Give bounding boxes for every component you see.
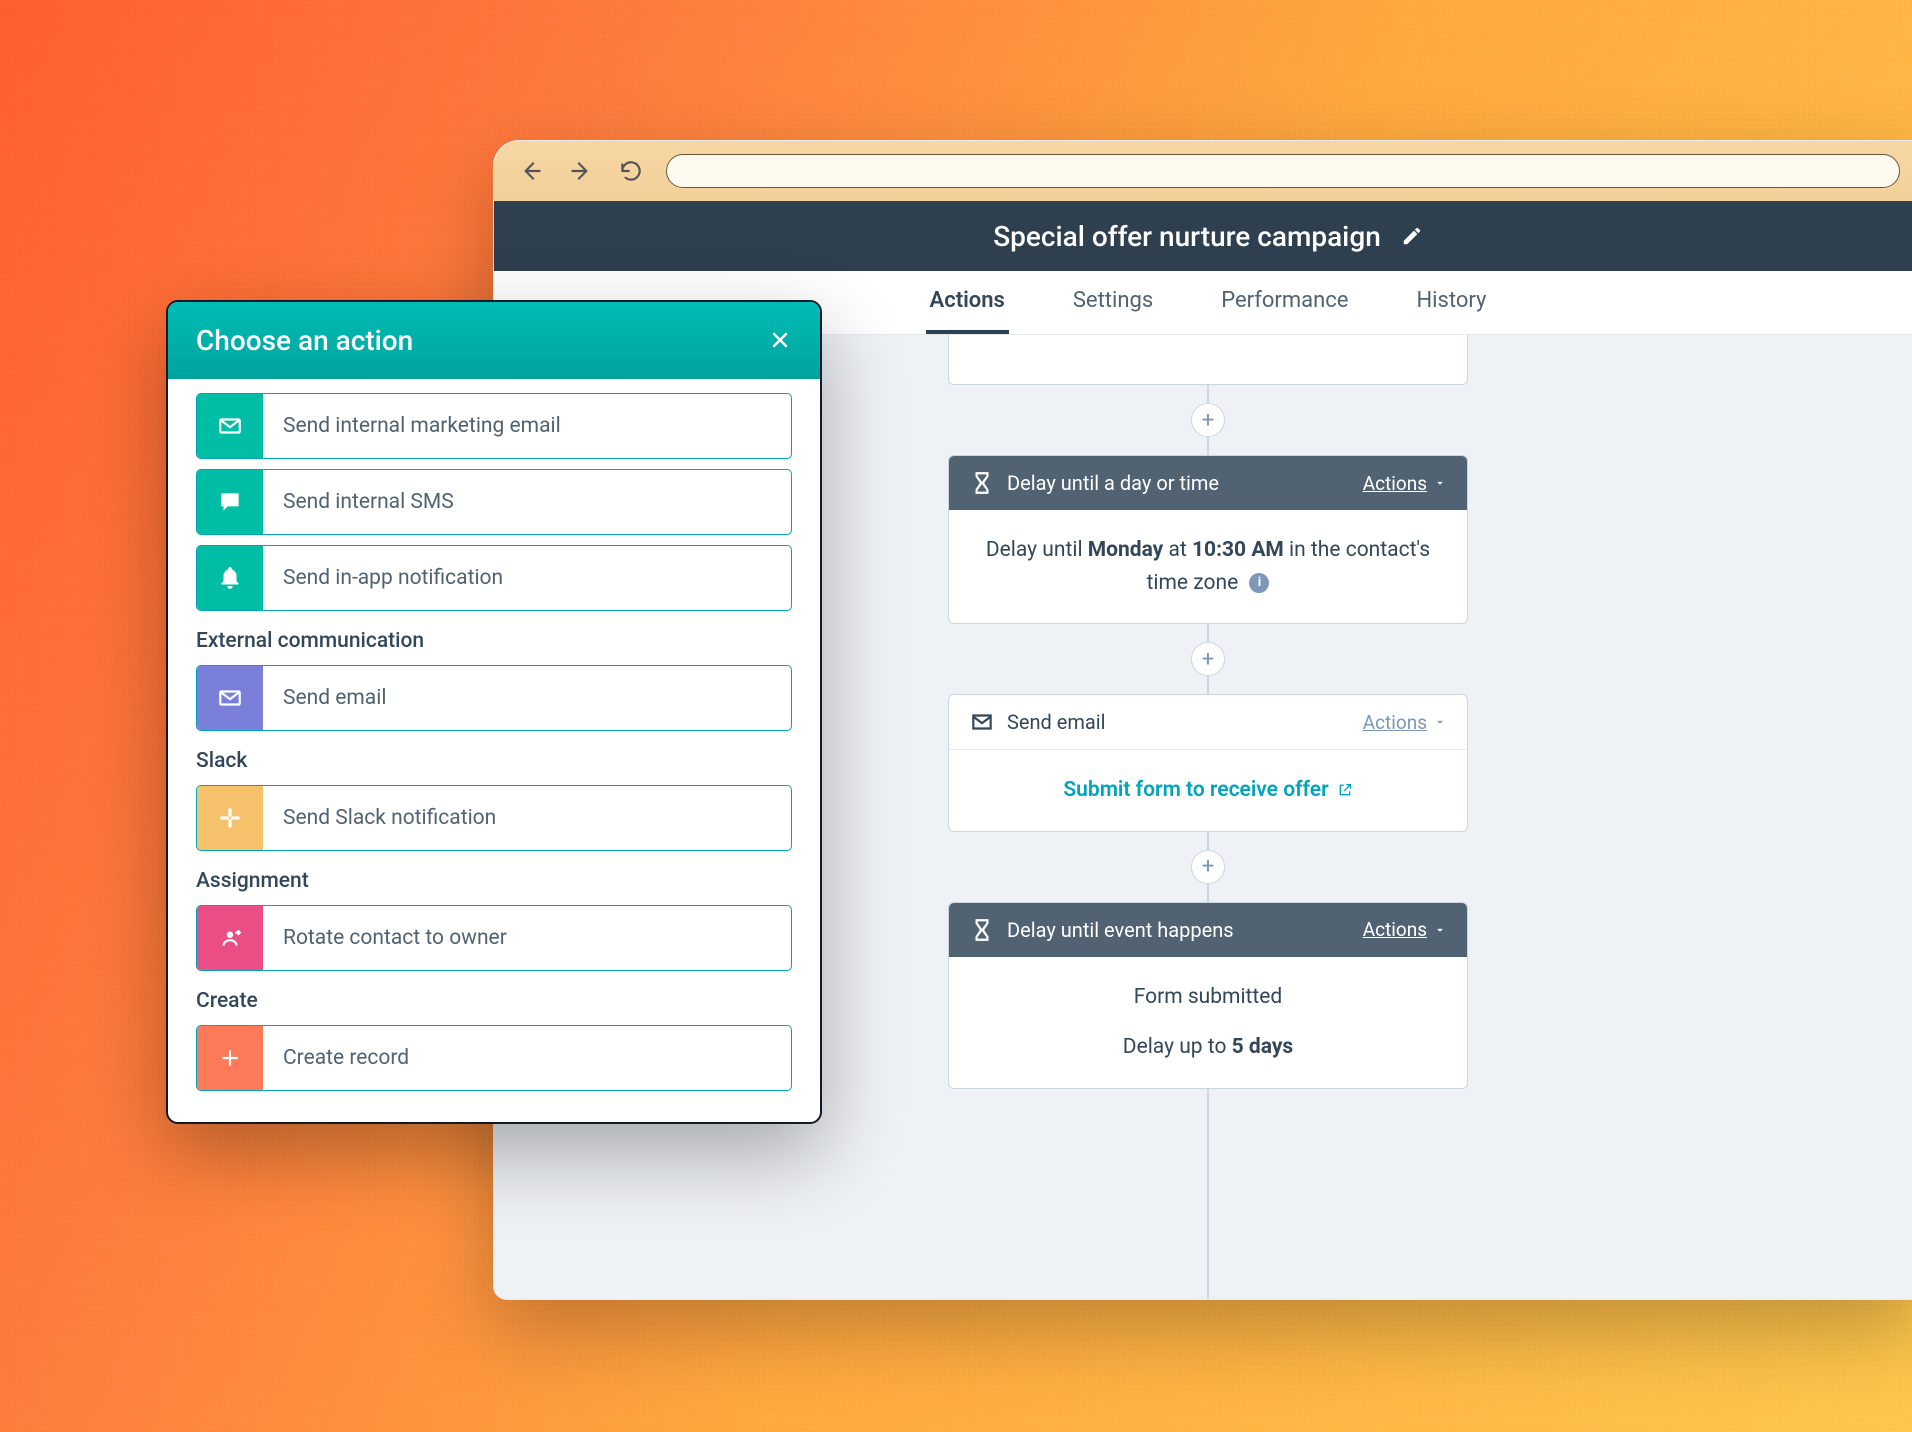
back-button[interactable] [516,156,546,186]
page-title-bar: Special offer nurture campaign [494,201,1912,271]
external-link-icon [1337,782,1353,798]
add-action-button[interactable]: + [1191,850,1225,884]
reload-icon [618,158,644,184]
tab-actions[interactable]: Actions [926,271,1009,334]
tab-history[interactable]: History [1412,271,1490,334]
action-label: Create record [263,1026,791,1090]
card-title: Delay until a day or time [1007,471,1219,495]
card-title: Send email [1007,710,1106,734]
chevron-down-icon [1433,476,1447,490]
url-bar[interactable] [666,154,1900,188]
page-title: Special offer nurture campaign [993,220,1381,253]
choose-action-panel: Choose an action Send internal marketing… [166,300,822,1124]
card-title: Delay until event happens [1007,918,1234,942]
arrow-right-icon [568,158,594,184]
browser-toolbar [494,141,1912,201]
card-actions-dropdown[interactable]: Actions [1363,711,1447,734]
action-send-internal-email[interactable]: Send internal marketing email [196,393,792,459]
panel-body[interactable]: Send internal marketing email Send inter… [168,379,820,1122]
reload-button[interactable] [616,156,646,186]
action-label: Send Slack notification [263,786,791,850]
action-send-internal-sms[interactable]: Send internal SMS [196,469,792,535]
delay-event-card[interactable]: Delay until event happens Actions Form s… [948,902,1468,1089]
rotate-owner-icon [197,906,263,970]
card-body: Delay until Monday at 10:30 AM in the co… [949,510,1467,623]
panel-title: Choose an action [196,324,413,357]
delay-duration: Delay up to 5 days [977,1031,1439,1064]
slack-icon [197,786,263,850]
envelope-icon [197,666,263,730]
section-create: Create [196,989,792,1013]
action-label: Send internal SMS [263,470,791,534]
add-action-button[interactable]: + [1191,642,1225,676]
bell-icon [197,546,263,610]
close-button[interactable] [768,325,792,357]
sms-icon [197,470,263,534]
close-icon [768,328,792,352]
envelope-icon [197,394,263,458]
hourglass-icon [969,917,995,943]
card-actions-dropdown[interactable]: Actions [1363,918,1447,941]
forward-button[interactable] [566,156,596,186]
tab-settings[interactable]: Settings [1069,271,1157,334]
edit-title-button[interactable] [1401,225,1423,247]
delay-day-time-card[interactable]: Delay until a day or time Actions Delay … [948,455,1468,624]
section-assignment: Assignment [196,869,792,893]
email-link[interactable]: Submit form to receive offer [1063,774,1352,807]
info-icon[interactable]: i [1249,573,1269,593]
action-send-slack-notification[interactable]: Send Slack notification [196,785,792,851]
card-body: Submit form to receive offer [949,750,1467,831]
action-label: Send internal marketing email [263,394,791,458]
card-actions-dropdown[interactable]: Actions [1363,472,1447,495]
create-icon [197,1026,263,1090]
action-rotate-contact[interactable]: Rotate contact to owner [196,905,792,971]
card-header: Delay until a day or time Actions [949,456,1467,510]
card-header: Send email Actions [949,695,1467,750]
section-slack: Slack [196,749,792,773]
add-action-button[interactable]: + [1191,403,1225,437]
tab-performance[interactable]: Performance [1217,271,1352,334]
action-send-in-app-notification[interactable]: Send in-app notification [196,545,792,611]
workflow-column: + Delay until a day or time Actions Dela… [948,335,1468,1299]
hourglass-icon [969,470,995,496]
panel-header: Choose an action [168,302,820,379]
chevron-down-icon [1433,923,1447,937]
arrow-left-icon [518,158,544,184]
action-label: Send email [263,666,791,730]
card-body: Form submitted Delay up to 5 days [949,957,1467,1088]
card-header: Delay until event happens Actions [949,903,1467,957]
envelope-icon [969,709,995,735]
send-email-card[interactable]: Send email Actions Submit form to receiv… [948,694,1468,832]
event-name: Form submitted [977,981,1439,1014]
action-send-email[interactable]: Send email [196,665,792,731]
action-label: Send in-app notification [263,546,791,610]
action-label: Rotate contact to owner [263,906,791,970]
section-external: External communication [196,629,792,653]
partial-card [948,335,1468,385]
action-create-record[interactable]: Create record [196,1025,792,1091]
chevron-down-icon [1433,715,1447,729]
